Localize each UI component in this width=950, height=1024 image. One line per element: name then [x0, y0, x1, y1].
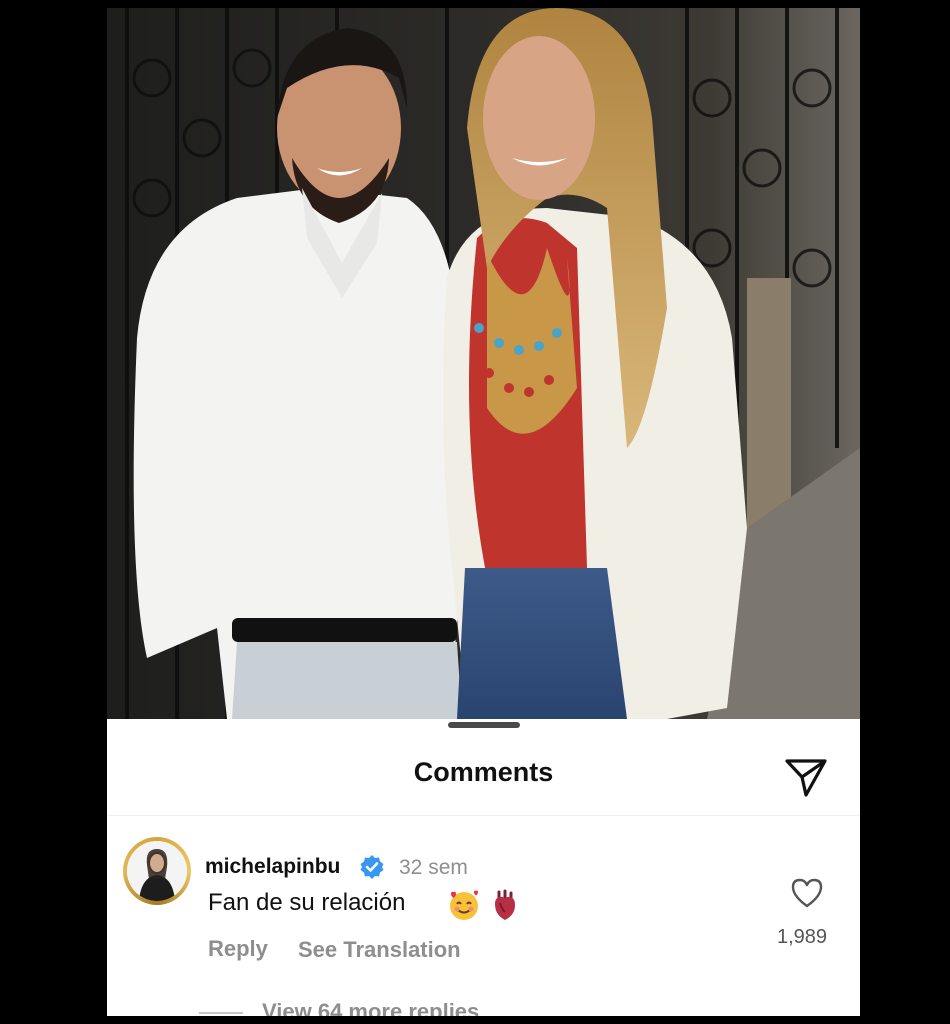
comment-timestamp: 32 sem — [399, 856, 468, 879]
header-divider — [107, 815, 860, 816]
post-frame: Comments michelapinbu 32 sem Fan de su r… — [107, 8, 860, 1016]
reply-button[interactable]: Reply — [208, 936, 268, 962]
smiling-face-with-hearts-emoji — [447, 888, 481, 922]
heart-outline-icon[interactable] — [790, 877, 824, 909]
post-photo[interactable] — [107, 8, 860, 719]
view-more-replies-button[interactable]: View 64 more replies — [262, 999, 479, 1016]
paper-plane-icon[interactable] — [783, 753, 829, 799]
photo-illustration — [107, 8, 860, 719]
comment-username[interactable]: michelapinbu — [205, 855, 340, 879]
comments-sheet: Comments michelapinbu 32 sem Fan de su r… — [107, 719, 860, 1016]
verified-badge-icon — [359, 854, 385, 880]
like-count: 1,989 — [777, 926, 828, 948]
sheet-grabber[interactable] — [448, 722, 520, 728]
see-translation-button[interactable]: See Translation — [298, 937, 461, 963]
replies-divider — [199, 1012, 243, 1014]
anatomical-heart-emoji — [491, 888, 519, 922]
comments-title: Comments — [413, 757, 554, 787]
avatar[interactable] — [127, 841, 187, 901]
comment-text: Fan de su relación — [208, 889, 406, 916]
